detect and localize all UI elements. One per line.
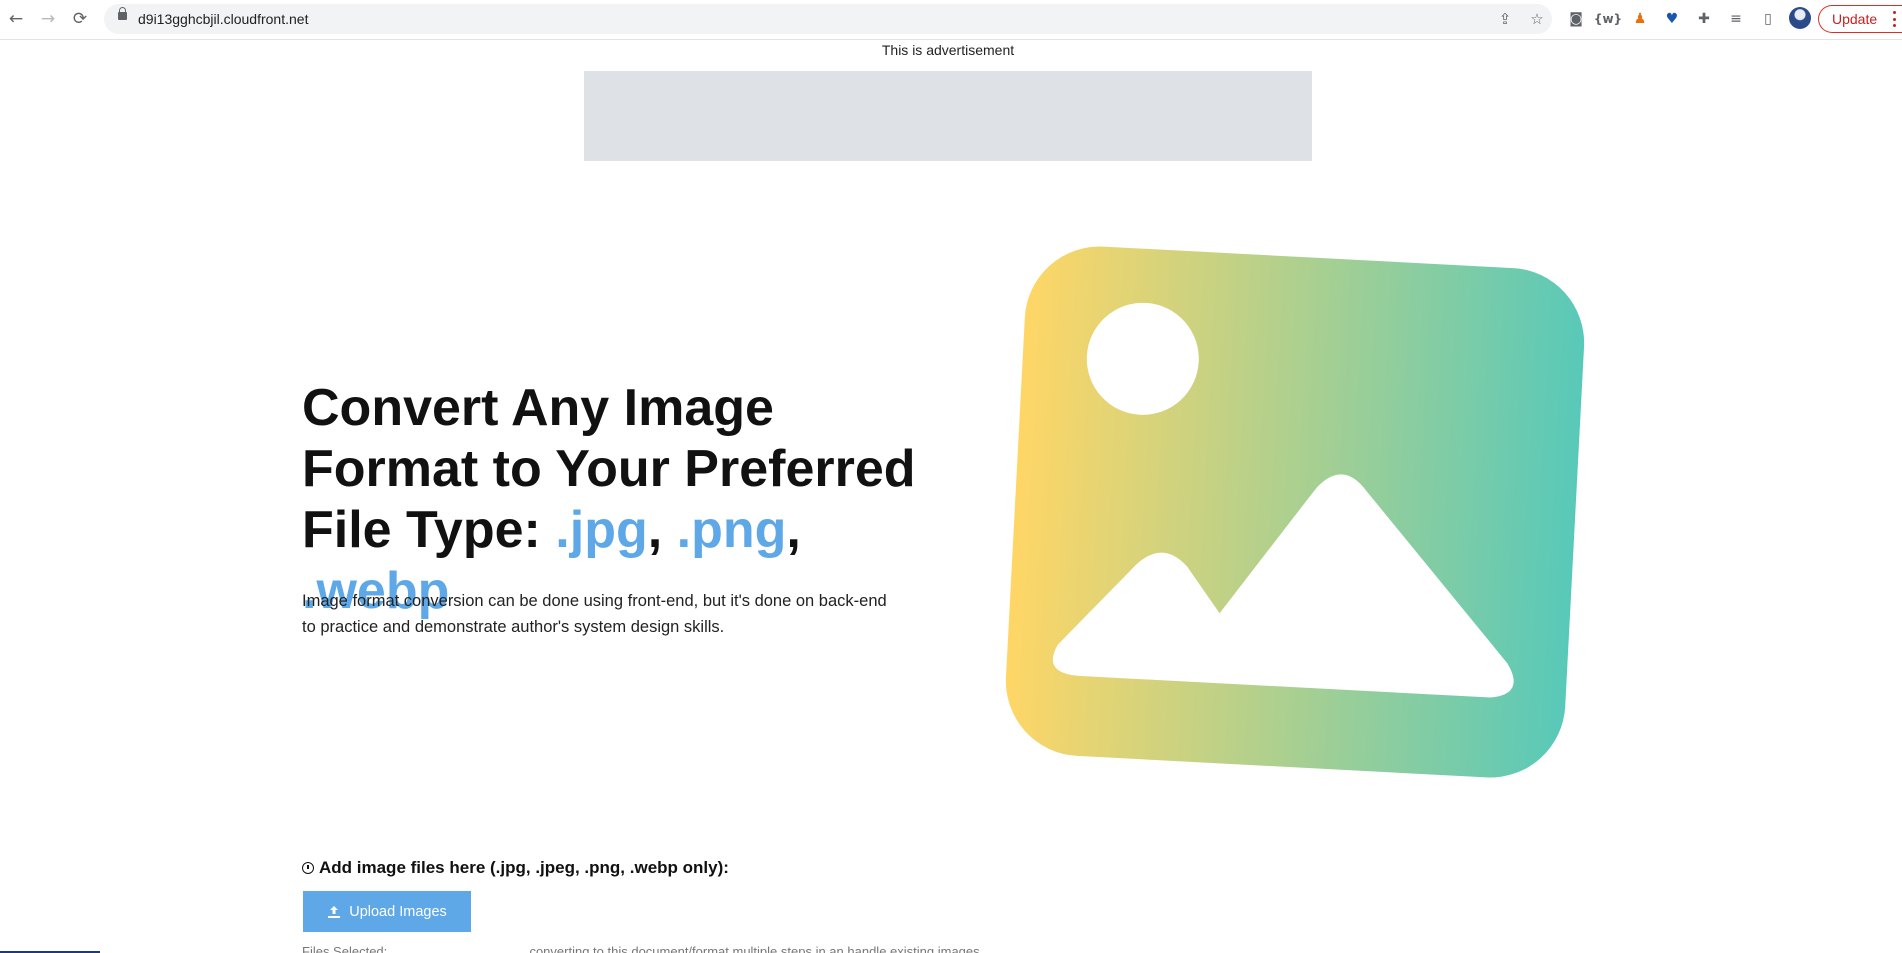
ad-label: This is advertisement xyxy=(881,42,1015,58)
files-selected-label: Files Selected: xyxy=(302,944,388,953)
url-text[interactable]: d9i13gghcbjil.cloudfront.net xyxy=(138,11,308,27)
back-icon[interactable]: ← xyxy=(4,7,28,31)
heart-shield-icon[interactable]: ♥ xyxy=(1661,8,1683,30)
title-line-3-prefix: File Type: xyxy=(302,501,556,559)
info-icon xyxy=(302,862,314,874)
reload-icon[interactable]: ⟳ xyxy=(68,7,92,31)
ext-png: .png xyxy=(676,501,787,559)
ad-banner[interactable] xyxy=(584,71,1312,161)
update-button[interactable]: Update xyxy=(1818,5,1902,33)
puzzle-icon[interactable]: ✚ xyxy=(1693,8,1715,30)
image-frame xyxy=(1005,246,1585,778)
page-title: Convert Any Image Format to Your Preferr… xyxy=(302,378,942,622)
instructions-text: Add image files here (.jpg, .jpeg, .png,… xyxy=(319,858,729,877)
partial-text: ... converting to this document/format m… xyxy=(515,944,980,953)
page-description: Image format conversion can be done usin… xyxy=(302,592,887,636)
address-bar[interactable]: d9i13gghcbjil.cloudfront.net ⇪ ☆ xyxy=(104,4,1552,34)
bookmark-star-icon[interactable]: ☆ xyxy=(1527,9,1547,29)
title-line-2: Format to Your Preferred xyxy=(302,440,916,498)
image-placeholder-icon xyxy=(1005,246,1585,778)
update-label: Update xyxy=(1832,11,1878,27)
upload-images-button[interactable]: Upload Images xyxy=(303,891,471,932)
ext-jpg: .jpg xyxy=(555,501,648,559)
upload-instructions: Add image files here (.jpg, .jpeg, .png,… xyxy=(302,858,729,878)
reading-list-icon[interactable]: ≡ xyxy=(1725,8,1747,30)
browser-toolbar: ← → ⟳ d9i13gghcbjil.cloudfront.net ⇪ ☆ ◙… xyxy=(0,0,1902,40)
word-tune-icon[interactable]: {w} xyxy=(1594,8,1622,30)
menu-dots-icon[interactable] xyxy=(1892,11,1896,27)
forward-icon[interactable]: → xyxy=(36,7,60,31)
share-icon[interactable]: ⇪ xyxy=(1495,9,1515,29)
camera-icon[interactable]: ◙ xyxy=(1565,8,1587,30)
side-panel-icon[interactable]: ▯ xyxy=(1757,8,1779,30)
comma: , xyxy=(786,501,801,559)
comma: , xyxy=(647,501,663,559)
lock-icon[interactable] xyxy=(118,7,127,20)
upload-icon xyxy=(328,905,341,918)
chess-icon[interactable]: ♟ xyxy=(1629,8,1651,30)
title-line-1: Convert Any Image xyxy=(302,379,774,437)
upload-button-label: Upload Images xyxy=(349,903,447,920)
profile-avatar[interactable] xyxy=(1789,7,1811,29)
